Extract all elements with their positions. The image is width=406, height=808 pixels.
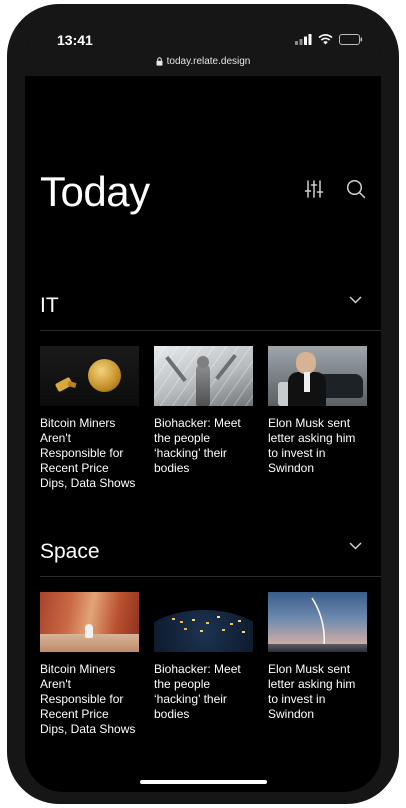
article-title: Bitcoin Miners Aren't Responsible for Re…: [40, 662, 136, 736]
status-time: 13:41: [57, 32, 93, 48]
section-title: IT: [40, 294, 59, 317]
url-text: today.relate.design: [166, 56, 251, 67]
card-list: Bitcoin Miners Aren't Responsible for Re…: [40, 592, 367, 737]
chevron-down-icon[interactable]: [349, 296, 362, 304]
article-title: Elon Musk sent letter asking him to inve…: [268, 662, 356, 721]
article-thumbnail: [268, 592, 367, 652]
screen: 13:41 today.relate.design Today IT Bitco…: [25, 20, 381, 792]
wifi-icon: [318, 34, 333, 45]
status-bar: 13:41 today.relate.design: [25, 20, 381, 76]
chevron-down-icon[interactable]: [349, 542, 362, 550]
home-indicator[interactable]: [140, 780, 267, 784]
phone-frame: 13:41 today.relate.design Today IT Bitco…: [7, 4, 399, 804]
section-it: IT Bitcoin Miners Aren't Responsible for…: [25, 290, 381, 490]
article-thumbnail: [154, 592, 253, 652]
page-content: Today IT Bitcoin Miners Aren't Responsib…: [25, 76, 381, 792]
section-title: Space: [40, 540, 100, 563]
article-thumbnail: [40, 346, 139, 406]
article-card[interactable]: Elon Musk sent letter asking him to inve…: [268, 346, 367, 491]
header-actions: [304, 179, 366, 199]
section-header[interactable]: Space: [40, 536, 381, 577]
status-indicators: [295, 34, 363, 45]
battery-icon: [339, 34, 363, 45]
section-header[interactable]: IT: [40, 290, 381, 331]
lock-icon: [156, 57, 163, 66]
article-thumbnail: [154, 346, 253, 406]
article-title: Elon Musk sent letter asking him to inve…: [268, 416, 356, 475]
search-icon[interactable]: [346, 179, 366, 199]
article-title: Bitcoin Miners Aren't Responsible for Re…: [40, 416, 136, 490]
article-thumbnail: [40, 592, 139, 652]
article-title: Biohacker: Meet the people ‘hacking’ the…: [154, 416, 241, 475]
article-thumbnail: [268, 346, 367, 406]
article-card[interactable]: Bitcoin Miners Aren't Responsible for Re…: [40, 346, 139, 491]
sliders-icon[interactable]: [304, 179, 324, 199]
address-bar[interactable]: today.relate.design: [25, 56, 381, 67]
article-title: Biohacker: Meet the people ‘hacking’ the…: [154, 662, 241, 721]
page-title: Today: [40, 168, 150, 215]
signal-icon: [295, 34, 312, 45]
section-space: Space Bitcoin Miners Aren't Responsible …: [25, 536, 381, 736]
article-card[interactable]: Biohacker: Meet the people ‘hacking’ the…: [154, 592, 253, 737]
card-list: Bitcoin Miners Aren't Responsible for Re…: [40, 346, 367, 491]
article-card[interactable]: Bitcoin Miners Aren't Responsible for Re…: [40, 592, 139, 737]
article-card[interactable]: Biohacker: Meet the people ‘hacking’ the…: [154, 346, 253, 491]
article-card[interactable]: Elon Musk sent letter asking him to inve…: [268, 592, 367, 737]
